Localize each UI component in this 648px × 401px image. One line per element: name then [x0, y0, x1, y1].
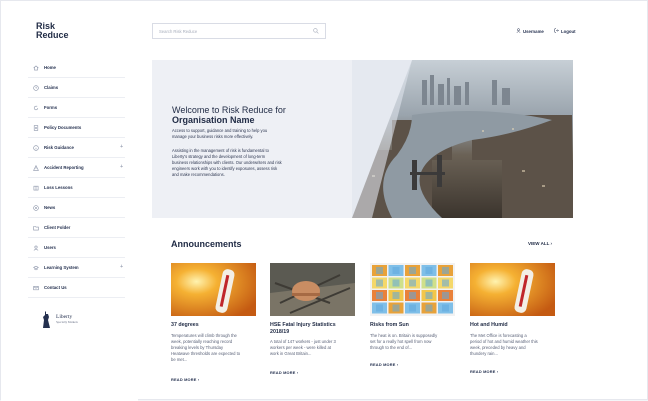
sidebar-item-learning-system[interactable]: Learning System + — [28, 258, 125, 278]
expand-icon[interactable]: + — [120, 144, 123, 150]
book-icon — [31, 185, 41, 191]
sidebar-item-label: Loss Lessons — [44, 185, 73, 190]
expand-icon[interactable]: + — [120, 164, 123, 170]
search-input[interactable]: Search Risk Reduce — [152, 23, 326, 39]
sidebar: Risk Reduce Home Claims Forms Policy Doc… — [1, 1, 138, 401]
announcement-excerpt: A total of 147 workers - just under 3 wo… — [270, 339, 352, 358]
hard-hat-image[interactable] — [270, 263, 355, 316]
announcements-heading: Announcements — [171, 239, 242, 249]
read-more-link[interactable]: READ MORE › — [470, 369, 498, 374]
search-placeholder: Search Risk Reduce — [159, 28, 198, 34]
sidebar-item-label: Client Folder — [44, 225, 71, 230]
hero-intro-line: manage your business risks more effectiv… — [172, 134, 254, 139]
hero-title: Welcome to Risk Reduce for Organisation … — [172, 105, 286, 125]
thermometer-image[interactable] — [470, 263, 555, 316]
sidebar-item-label: Claims — [44, 85, 59, 90]
announcement-card[interactable]: HSE Fatal Injury Statistics 2018/19 A to… — [270, 263, 357, 375]
announcement-card[interactable]: Hot and Humid The Met Office is forecast… — [470, 263, 557, 374]
graduation-icon — [31, 265, 41, 271]
announcement-title[interactable]: Risks from Sun — [370, 322, 457, 329]
hero-banner: Welcome to Risk Reduce for Organisation … — [152, 60, 573, 218]
organisation-name: Organisation Name — [172, 115, 255, 125]
statue-of-liberty-icon — [43, 311, 50, 328]
page: Risk Reduce Home Claims Forms Policy Doc… — [0, 0, 648, 401]
announcement-card[interactable]: 37 degrees Temperatures will climb throu… — [171, 263, 258, 382]
logout-link[interactable]: Logout — [554, 28, 576, 34]
excerpt-line: be met... — [171, 357, 188, 363]
sidebar-item-label: Users — [44, 245, 56, 250]
partner-name: Liberty — [56, 313, 73, 320]
sidebar-item-label: Contact Us — [44, 285, 67, 290]
sidebar-item-label: News — [44, 205, 56, 210]
announcement-excerpt: The Met Office is forecasting a period o… — [470, 333, 552, 358]
sidebar-item-label: Home — [44, 65, 56, 70]
document-icon — [31, 124, 41, 131]
brand-logo[interactable]: Risk Reduce — [36, 22, 69, 40]
brand-line-2: Reduce — [36, 30, 69, 40]
hero-description-line: and make recommendations. — [172, 172, 225, 177]
sidebar-item-label: Learning System — [44, 265, 79, 270]
user-icon — [516, 28, 521, 34]
sidebar-item-users[interactable]: Users — [28, 238, 125, 258]
announcement-title[interactable]: Hot and Humid — [470, 322, 557, 329]
sidebar-item-news[interactable]: News — [28, 198, 125, 218]
sidebar-item-accident-reporting[interactable]: Accident Reporting + — [28, 158, 125, 178]
announcement-title[interactable]: HSE Fatal Injury Statistics 2018/19 — [270, 322, 357, 335]
sidebar-item-label: Risk Guidance — [44, 145, 74, 150]
hero-title-line-1: Welcome to Risk Reduce for — [172, 105, 286, 115]
home-icon — [31, 65, 41, 71]
mail-icon — [31, 285, 41, 291]
refresh-icon — [31, 105, 41, 111]
sidebar-item-label: Policy Documents — [44, 125, 82, 130]
sidebar-item-label: Accident Reporting — [44, 165, 84, 170]
read-more-link[interactable]: READ MORE › — [270, 370, 298, 375]
sidebar-nav: Home Claims Forms Policy Documents Risk … — [28, 58, 125, 298]
expand-icon[interactable]: + — [120, 264, 123, 270]
announcement-card[interactable]: Risks from Sun The heat is on. Britain i… — [370, 263, 457, 367]
username-label: Username — [523, 28, 544, 34]
sidebar-item-claims[interactable]: Claims — [28, 78, 125, 98]
sidebar-item-label: Forms — [44, 105, 58, 110]
username-link[interactable]: Username — [516, 28, 544, 34]
folder-icon — [31, 225, 41, 231]
announcement-title[interactable]: 37 degrees — [171, 322, 258, 329]
read-more-link[interactable]: READ MORE › — [370, 362, 398, 367]
announcement-excerpt: Temperatures will climb through the week… — [171, 333, 253, 364]
partner-sub: Specialty Markets — [56, 319, 78, 324]
search-icon[interactable] — [313, 28, 319, 35]
liberty-logo[interactable]: Liberty Specialty Markets — [41, 311, 78, 328]
clock-icon — [31, 84, 41, 91]
users-icon — [31, 245, 41, 251]
read-more-link[interactable]: READ MORE › — [171, 377, 199, 382]
hero-intro: Access to support, guidance and training… — [172, 128, 322, 140]
excerpt-line: work in Great Britain... — [270, 351, 312, 357]
sidebar-item-policy-documents[interactable]: Policy Documents — [28, 118, 125, 138]
sidebar-item-forms[interactable]: Forms — [28, 98, 125, 118]
hero-description: Assisting in the management of risk is f… — [172, 148, 322, 178]
excerpt-line: thundery rain... — [470, 351, 498, 357]
sidebar-item-risk-guidance[interactable]: Risk Guidance + — [28, 138, 125, 158]
announcement-title-line: 2018/19 — [270, 328, 290, 335]
sidebar-item-loss-lessons[interactable]: Loss Lessons — [28, 178, 125, 198]
news-icon — [31, 204, 41, 211]
hero-diagonal-overlay — [312, 60, 412, 218]
view-all-link[interactable]: VIEW ALL › — [528, 241, 552, 246]
sidebar-item-contact-us[interactable]: Contact Us — [28, 278, 125, 298]
alert-icon — [31, 164, 41, 171]
sidebar-item-client-folder[interactable]: Client Folder — [28, 218, 125, 238]
announcement-excerpt: The heat is on. Britain is supposedly se… — [370, 333, 452, 352]
logout-icon — [554, 28, 559, 34]
logout-label: Logout — [561, 28, 576, 34]
sidebar-item-home[interactable]: Home — [28, 58, 125, 78]
info-icon — [31, 144, 41, 151]
thermometer-image[interactable] — [171, 263, 256, 316]
weather-map-image[interactable] — [370, 263, 455, 316]
excerpt-line: through to the end of... — [370, 344, 413, 350]
